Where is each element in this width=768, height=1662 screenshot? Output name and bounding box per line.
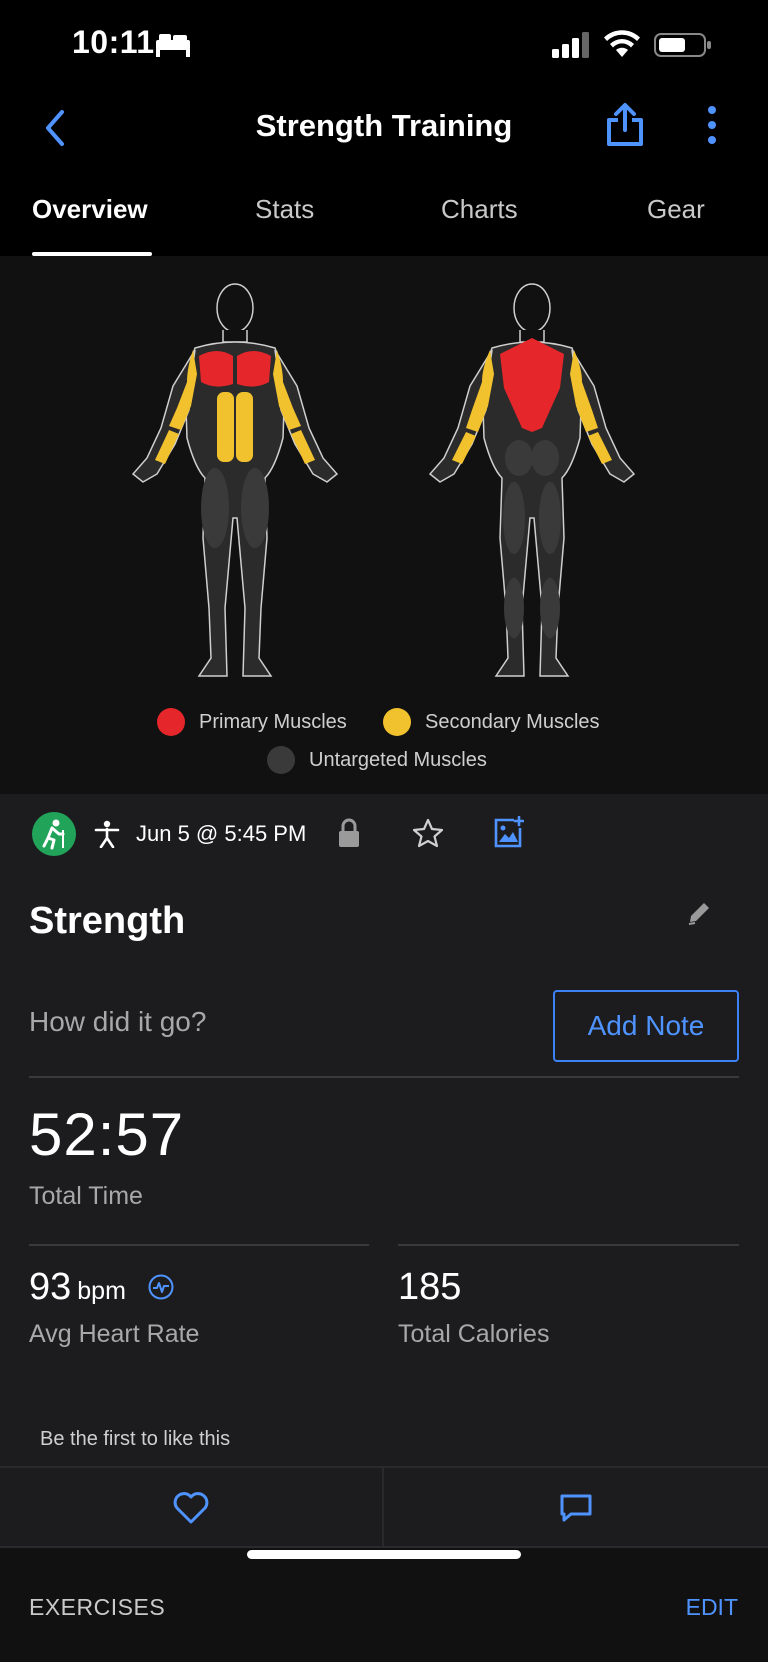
comment-icon — [560, 1494, 592, 1522]
exercises-header: EXERCISES EDIT — [0, 1548, 768, 1662]
tab-charts[interactable]: Charts — [441, 194, 518, 225]
star-icon[interactable] — [412, 818, 444, 848]
cellular-signal-icon — [552, 32, 589, 58]
tab-overview[interactable]: Overview — [32, 194, 148, 225]
activity-meta-row: Jun 5 @ 5:45 PM — [0, 794, 768, 876]
lock-icon[interactable] — [337, 818, 361, 848]
hiking-activity-icon — [32, 812, 76, 856]
legend-primary: Primary Muscles — [157, 708, 347, 736]
battery-icon — [654, 33, 711, 57]
avg-heart-rate-number: 93 — [29, 1266, 72, 1308]
sleep-mode-icon — [156, 34, 190, 57]
avg-heart-rate-label: Avg Heart Rate — [29, 1320, 200, 1348]
activity-card: Jun 5 @ 5:45 PM Strength How did it go? … — [0, 794, 768, 1662]
status-bar: 10:11 — [0, 0, 768, 90]
tab-stats[interactable]: Stats — [255, 194, 314, 225]
total-calories-label: Total Calories — [398, 1320, 550, 1348]
person-strength-icon — [94, 820, 120, 848]
activity-name: Strength — [29, 900, 186, 942]
tab-bar: Overview Stats Charts Gear — [0, 170, 768, 256]
status-time: 10:11 — [72, 24, 155, 60]
total-time-value: 52:57 — [29, 1101, 185, 1168]
divider — [398, 1244, 739, 1246]
avg-heart-rate-value: 93 bpm — [29, 1266, 126, 1309]
share-icon[interactable] — [604, 102, 646, 148]
home-indicator[interactable] — [247, 1550, 521, 1559]
add-note-button[interactable]: Add Note — [553, 990, 739, 1062]
legend-secondary: Secondary Muscles — [383, 708, 600, 736]
comment-button[interactable] — [384, 1468, 768, 1548]
likes-text: Be the first to like this — [40, 1428, 231, 1450]
front-body-figure — [131, 283, 339, 677]
legend-secondary-label: Secondary Muscles — [425, 710, 600, 733]
heart-rate-info-icon[interactable] — [148, 1274, 174, 1300]
exercises-title: EXERCISES — [29, 1594, 166, 1620]
avg-heart-rate-unit: bpm — [77, 1277, 126, 1305]
social-action-bar — [0, 1466, 768, 1548]
page-title: Strength Training — [255, 108, 513, 143]
untargeted-dot-icon — [267, 746, 295, 774]
nav-bar: Strength Training — [0, 90, 768, 170]
muscle-map-panel: Primary Muscles Secondary Muscles Untarg… — [0, 256, 768, 794]
exercises-edit-button[interactable]: EDIT — [686, 1594, 738, 1621]
total-calories-value: 185 — [398, 1266, 462, 1308]
divider — [29, 1244, 369, 1246]
edit-pencil-icon[interactable] — [686, 900, 712, 926]
heart-icon — [173, 1492, 209, 1524]
legend-primary-label: Primary Muscles — [199, 710, 347, 733]
legend-untargeted: Untargeted Muscles — [267, 746, 487, 774]
note-prompt: How did it go? — [29, 1006, 207, 1037]
primary-dot-icon — [157, 708, 185, 736]
total-time-label: Total Time — [29, 1182, 143, 1210]
more-options-icon[interactable] — [700, 104, 724, 146]
wifi-icon — [604, 30, 640, 57]
legend-untargeted-label: Untargeted Muscles — [309, 748, 487, 771]
like-button[interactable] — [0, 1468, 382, 1548]
add-photo-icon[interactable] — [492, 816, 524, 848]
back-body-figure — [428, 283, 636, 677]
tab-gear[interactable]: Gear — [647, 194, 705, 225]
divider — [29, 1076, 739, 1078]
secondary-dot-icon — [383, 708, 411, 736]
activity-date: Jun 5 @ 5:45 PM — [136, 821, 307, 846]
